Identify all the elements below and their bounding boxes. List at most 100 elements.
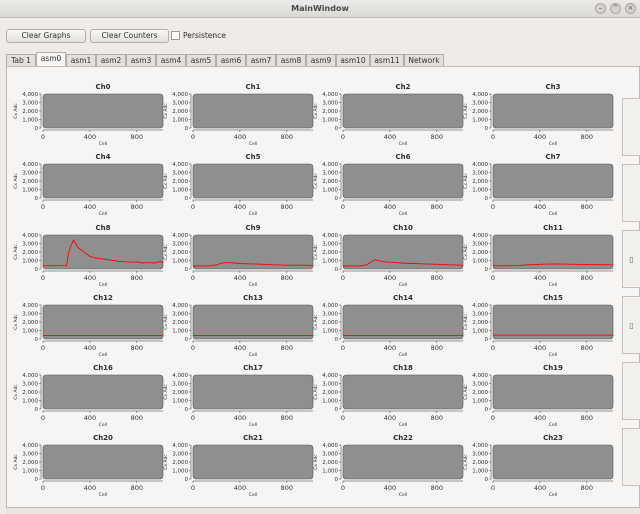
x-tick-label: 400	[234, 274, 246, 282]
y-tick-label: 2,000	[322, 390, 338, 396]
tab-asm6[interactable]: asm6	[216, 54, 246, 66]
y-tick-label: 4,000	[472, 443, 488, 449]
x-tick-label: 800	[581, 414, 593, 422]
y-axis-label: Cx Adc	[463, 173, 469, 189]
tab-asm8[interactable]: asm8	[276, 54, 306, 66]
x-tick-label: 0	[191, 133, 195, 141]
y-tick-label: 3,000	[172, 312, 188, 318]
y-tick-label: 0	[35, 126, 39, 132]
x-tick-label: 400	[234, 133, 246, 141]
y-axis-label: Cx Adc	[463, 103, 469, 119]
x-tick-label: 400	[534, 203, 546, 211]
x-tick-label: 0	[341, 484, 345, 492]
x-tick-label: 0	[491, 203, 495, 211]
y-tick-label: 3,000	[472, 382, 488, 388]
tab-tab-1[interactable]: Tab 1	[6, 54, 36, 66]
side-panel-2[interactable]: ▯	[622, 230, 640, 288]
side-panel-3[interactable]: ▯	[622, 296, 640, 354]
y-tick-label: 1,000	[22, 188, 38, 194]
tab-asm11[interactable]: asm11	[370, 54, 404, 66]
y-tick-label: 3,000	[322, 101, 338, 107]
y-tick-label: 1,000	[322, 259, 338, 265]
y-tick-label: 2,000	[322, 250, 338, 256]
chart-svg: 4,000 3,000 2,000 1,000 0 Cx Adc 0 400 800 Cell	[313, 303, 464, 358]
x-tick-label: 0	[491, 133, 495, 141]
tab-asm0[interactable]: asm0	[36, 52, 66, 66]
y-tick-label: 4,000	[322, 92, 338, 98]
chart-ch21: Ch21 4,000 3,000 2,000 1,000 0 Cx Adc 0 400 800 Ce…	[158, 434, 314, 499]
x-tick-label: 400	[534, 274, 546, 282]
y-tick-label: 0	[35, 196, 39, 202]
chart-ch18: Ch18 4,000 3,000 2,000 1,000 0 Cx Adc 0 400 800 Ce…	[308, 364, 464, 429]
y-axis-label: Cx Adc	[13, 173, 19, 189]
chart-svg: 4,000 3,000 2,000 1,000 0 Cx Adc 0 400 800 Cell	[463, 443, 614, 498]
y-tick-label: 0	[185, 196, 189, 202]
x-tick-label: 800	[281, 344, 293, 352]
chart-svg: 4,000 3,000 2,000 1,000 0 Cx Adc 0 400 800 Cell	[163, 373, 314, 428]
tab-asm7[interactable]: asm7	[246, 54, 276, 66]
y-tick-label: 2,000	[22, 320, 38, 326]
minimize-icon[interactable]: –	[595, 3, 606, 14]
side-panel-5[interactable]	[622, 428, 640, 486]
x-tick-label: 800	[131, 344, 143, 352]
x-tick-label: 0	[41, 133, 45, 141]
side-panel-4[interactable]	[622, 362, 640, 420]
x-tick-label: 400	[384, 484, 396, 492]
y-tick-label: 2,000	[472, 460, 488, 466]
y-tick-label: 0	[485, 196, 489, 202]
tab-asm10[interactable]: asm10	[336, 54, 370, 66]
chart-ch19: Ch19 4,000 3,000 2,000 1,000 0 Cx Adc 0 400 800 Ce…	[458, 364, 614, 429]
y-tick-label: 0	[485, 407, 489, 413]
expand-icon: ▯	[629, 255, 634, 264]
tab-asm9[interactable]: asm9	[306, 54, 336, 66]
tab-asm2[interactable]: asm2	[96, 54, 126, 66]
tab-asm5[interactable]: asm5	[186, 54, 216, 66]
x-tick-label: 0	[41, 274, 45, 282]
plot-area	[192, 374, 314, 410]
y-tick-label: 3,000	[322, 312, 338, 318]
y-tick-label: 0	[185, 477, 189, 483]
x-tick-label: 400	[234, 484, 246, 492]
tab-network[interactable]: Network	[404, 54, 444, 66]
y-tick-label: 3,000	[22, 382, 38, 388]
y-tick-label: 2,000	[172, 460, 188, 466]
y-axis-label: Cx Adc	[163, 103, 169, 119]
x-tick-label: 400	[84, 203, 96, 211]
x-tick-label: 400	[384, 344, 396, 352]
y-axis-label: Cx Adc	[163, 244, 169, 260]
x-tick-label: 400	[534, 414, 546, 422]
y-tick-label: 0	[485, 267, 489, 273]
maximize-icon[interactable]: ^	[610, 3, 621, 14]
x-tick-label: 0	[341, 414, 345, 422]
chart-ch13: Ch13 4,000 3,000 2,000 1,000 0 Cx Adc 0 400 800 Ce…	[158, 294, 314, 359]
tab-asm3[interactable]: asm3	[126, 54, 156, 66]
y-axis-label: Cx Adc	[163, 454, 169, 470]
chart-svg: 4,000 3,000 2,000 1,000 0 Cx Adc 0 400 800 Cell	[13, 443, 164, 498]
x-tick-label: 0	[191, 203, 195, 211]
x-axis-label: Cell	[99, 141, 107, 147]
clear-counters-button[interactable]: Clear Counters	[90, 29, 169, 43]
y-tick-label: 3,000	[22, 101, 38, 107]
x-tick-label: 0	[341, 274, 345, 282]
y-tick-label: 0	[335, 407, 339, 413]
side-panel-0[interactable]	[622, 98, 640, 156]
y-tick-label: 1,000	[472, 188, 488, 194]
y-tick-label: 1,000	[322, 329, 338, 335]
chart-svg: 4,000 3,000 2,000 1,000 0 Cx Adc 0 400 800 Cell	[163, 233, 314, 288]
y-tick-label: 1,000	[322, 399, 338, 405]
y-tick-label: 4,000	[172, 443, 188, 449]
x-tick-label: 800	[281, 484, 293, 492]
tab-asm1[interactable]: asm1	[66, 54, 96, 66]
tab-asm4[interactable]: asm4	[156, 54, 186, 66]
y-tick-label: 2,000	[172, 250, 188, 256]
horizontal-scrollbar[interactable]	[6, 508, 640, 514]
clear-graphs-button[interactable]: Clear Graphs	[6, 29, 86, 43]
side-panel-1[interactable]	[622, 164, 640, 222]
y-tick-label: 1,000	[22, 399, 38, 405]
persistence-checkbox[interactable]	[171, 31, 180, 40]
x-tick-label: 0	[191, 344, 195, 352]
plot-area	[492, 93, 614, 129]
x-tick-label: 800	[431, 344, 443, 352]
close-icon[interactable]: ×	[625, 3, 636, 14]
y-axis-label: Cx Adc	[463, 244, 469, 260]
